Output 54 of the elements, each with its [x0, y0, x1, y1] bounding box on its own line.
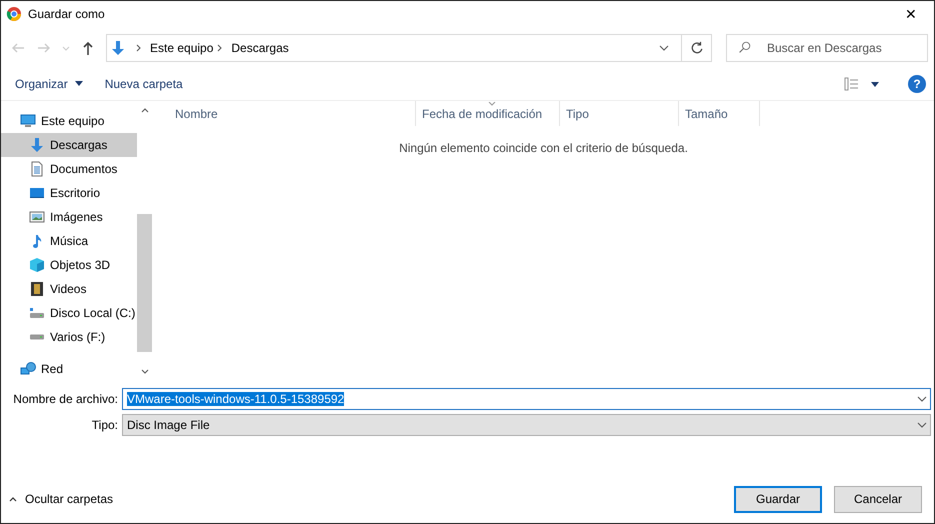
- address-bar[interactable]: Este equipo Descargas: [106, 34, 712, 62]
- column-header[interactable]: Fecha de modificación: [416, 101, 560, 126]
- field-label: Nombre de archivo:: [12, 392, 119, 406]
- film-icon: [29, 281, 45, 297]
- cancel-button[interactable]: Cancelar: [834, 486, 922, 512]
- chevron-icon: [217, 44, 224, 52]
- chevron-icon: [136, 44, 142, 52]
- field-label: Tipo:: [90, 418, 119, 432]
- download-arrow-icon: [29, 137, 45, 153]
- dropdown-caret-icon[interactable]: [917, 396, 927, 402]
- help-button[interactable]: ?: [908, 74, 926, 92]
- app-icon: [6, 6, 22, 22]
- sidebar-item[interactable]: Disco Local (C:): [1, 301, 137, 325]
- dropdown-caret-icon[interactable]: [917, 422, 927, 428]
- network-icon: [20, 361, 36, 377]
- search-field[interactable]: Buscar en Descargas: [726, 34, 928, 62]
- view-options-icon[interactable]: [844, 76, 880, 90]
- breadcrumb-item[interactable]: Descargas: [231, 41, 289, 55]
- sidebar-item[interactable]: Escritorio: [1, 181, 137, 205]
- sidebar-item[interactable]: Imágenes: [1, 205, 137, 229]
- search-icon: [738, 41, 751, 54]
- new-folder-button[interactable]: Nueva carpeta: [96, 74, 191, 94]
- sidebar-item[interactable]: Objetos 3D: [1, 253, 137, 277]
- column-header[interactable]: Tamaño: [679, 101, 760, 126]
- column-header[interactable]: Nombre: [153, 101, 416, 126]
- document-icon: [29, 161, 45, 177]
- refresh-icon: [690, 41, 704, 55]
- sidebar-item[interactable]: Red: [1, 357, 137, 381]
- window-title: Guardar como: [28, 6, 105, 20]
- pictures-icon: [29, 209, 45, 225]
- hide-folders-button[interactable]: Ocultar carpetas: [9, 492, 114, 506]
- filename-field[interactable]: VMware-tools-windows-11.0.5-15389592: [122, 388, 931, 410]
- caret-icon: [74, 81, 83, 86]
- sidebar-item[interactable]: Varios (F:): [1, 325, 137, 349]
- file-type-dropdown[interactable]: Disc Image File: [122, 414, 931, 436]
- download-arrow-icon: [110, 40, 126, 56]
- sidebar-item[interactable]: Documentos: [1, 157, 137, 181]
- sidebar-item[interactable]: Música: [1, 229, 137, 253]
- sidebar-item[interactable]: Descargas: [1, 133, 137, 157]
- drive-icon: [29, 305, 45, 321]
- sidebar-item[interactable]: Este equipo: [1, 109, 137, 133]
- sidebar-item[interactable]: Videos: [1, 277, 137, 301]
- computer-icon: [20, 113, 36, 129]
- empty-message: Ningún elemento coincide con el criterio de búsqueda.: [398, 141, 689, 155]
- desktop-icon: [29, 185, 45, 201]
- organize-menu-button[interactable]: Organizar: [7, 74, 91, 94]
- save-button[interactable]: Guardar: [734, 486, 822, 512]
- sort-caret-icon: [488, 102, 496, 106]
- dropdown-caret-icon[interactable]: [659, 45, 669, 51]
- column-header[interactable]: Tipo: [560, 101, 679, 126]
- cube-icon: [29, 257, 45, 273]
- caret-icon: [9, 496, 17, 502]
- close-button[interactable]: ✕: [888, 1, 934, 26]
- breadcrumb-item[interactable]: Este equipo: [150, 41, 214, 55]
